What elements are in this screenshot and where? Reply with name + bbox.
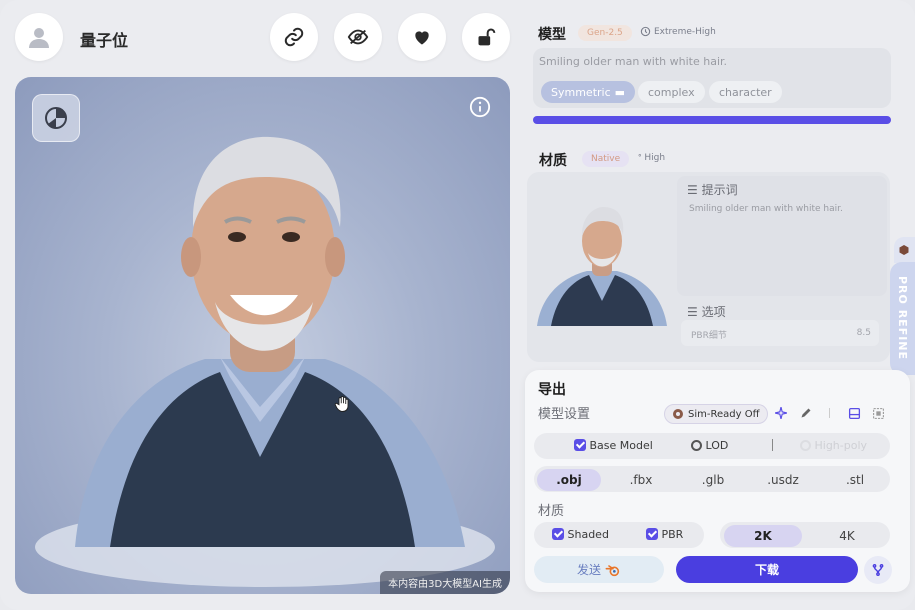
layout-icon[interactable] (848, 407, 861, 420)
format-obj[interactable]: .obj (537, 469, 601, 491)
gen-version-tag[interactable]: Gen-2.5 (578, 25, 632, 41)
divider (829, 408, 830, 418)
material-quality-indicator[interactable]: ᐤ High (638, 153, 665, 163)
pbr-label: PBR细节 (691, 331, 727, 341)
pencil-icon[interactable] (800, 407, 812, 419)
dropdown-icon: ▬ (614, 85, 626, 99)
resolution-2k[interactable]: 2K (724, 525, 802, 547)
chip-complex[interactable]: complex (638, 81, 705, 103)
pie-chart-icon (45, 107, 67, 129)
checkbox-checked-icon (574, 439, 586, 451)
radio-icon (691, 440, 702, 451)
format-glb[interactable]: .glb (682, 469, 744, 491)
format-stl[interactable]: .stl (824, 469, 886, 491)
user-icon (29, 28, 49, 48)
model-prompt-box[interactable]: Smiling older man with white hair. Symme… (533, 48, 891, 108)
frame-icon[interactable] (872, 407, 885, 420)
avatar[interactable] (15, 13, 63, 61)
link-icon (284, 27, 304, 47)
portrait-thumbnail (537, 207, 667, 326)
divider (772, 439, 773, 451)
info-icon[interactable] (469, 96, 491, 118)
model-prompt-text: Smiling older man with white hair. (539, 55, 728, 68)
pbr-detail-row[interactable]: PBR细节 8.5 (681, 320, 879, 346)
export-material-label: 材质 (538, 504, 565, 519)
prompt-label: ☰ 提示词 (687, 183, 738, 197)
pbr-checkbox[interactable]: PBR (646, 528, 683, 541)
branch-icon (872, 564, 884, 576)
sim-ready-toggle[interactable]: Sim-Ready Off (664, 404, 769, 424)
options-icon: ☰ (687, 305, 698, 319)
pbr-value: 8.5 (856, 328, 871, 338)
native-tag[interactable]: Native (582, 151, 630, 167)
export-title: 导出 (538, 382, 566, 398)
lod-radio[interactable]: LOD (691, 439, 728, 452)
checkbox-checked-icon (552, 528, 564, 540)
resolution-4k[interactable]: 4K (808, 525, 886, 547)
chip-character[interactable]: character (709, 81, 782, 103)
material-thumbnail[interactable] (537, 201, 667, 326)
clock-icon (640, 26, 651, 37)
portrait-render (35, 136, 495, 587)
ai-watermark: 本内容由3D大模型AI生成 (380, 571, 510, 594)
pro-refine-handle[interactable] (894, 237, 915, 263)
visibility-button[interactable] (334, 13, 382, 61)
unlock-icon (478, 28, 496, 46)
material-quality-tag: High (644, 153, 666, 163)
hand-cursor-icon (334, 396, 349, 412)
options-label: ☰ 选项 (687, 305, 726, 319)
eye-off-icon (347, 29, 369, 45)
model-preview[interactable]: 本内容由3D大模型AI生成 (15, 77, 510, 594)
model-section-title: 模型 (538, 27, 566, 43)
high-poly-option[interactable]: High-poly (800, 439, 867, 452)
sim-ready-dot-icon (673, 409, 683, 419)
branch-button[interactable] (864, 556, 892, 584)
quality-symbol-icon: ᐤ (638, 153, 642, 163)
username: 量子位 (80, 31, 129, 50)
material-prompt-text: Smiling older man with white hair. (689, 204, 843, 214)
material-section-title: 材质 (539, 153, 567, 169)
format-usdz[interactable]: .usdz (752, 469, 814, 491)
radio-disabled-icon (800, 440, 811, 451)
model-settings-label: 模型设置 (538, 407, 591, 422)
chip-symmetric[interactable]: Symmetric ▬ (541, 81, 636, 103)
blender-icon (605, 564, 620, 576)
app-window: 量子位 本内容由3D大模型AI生成 模型 Gen-2.5 Extreme-Hig… (0, 0, 915, 610)
shaded-checkbox[interactable]: Shaded (552, 528, 609, 541)
sparkle-icon[interactable] (774, 406, 788, 420)
format-fbx[interactable]: .fbx (610, 469, 672, 491)
checkbox-checked-icon (646, 528, 658, 540)
pro-refine-tab[interactable]: PRO REFINE (890, 262, 915, 375)
heart-icon (415, 31, 429, 45)
send-button[interactable]: 发送 (534, 556, 664, 583)
render-mode-button[interactable] (32, 94, 80, 142)
base-model-checkbox[interactable]: Base Model (574, 439, 653, 452)
quality-indicator[interactable]: Extreme-High (640, 26, 716, 37)
favorite-button[interactable] (398, 13, 446, 61)
link-button[interactable] (270, 13, 318, 61)
list-icon: ☰ (687, 183, 698, 197)
generation-progress-bar (533, 116, 891, 124)
download-button[interactable]: 下载 (676, 556, 858, 583)
cube-icon (899, 245, 909, 255)
quality-tag: Extreme-High (654, 26, 716, 37)
lock-button[interactable] (462, 13, 510, 61)
